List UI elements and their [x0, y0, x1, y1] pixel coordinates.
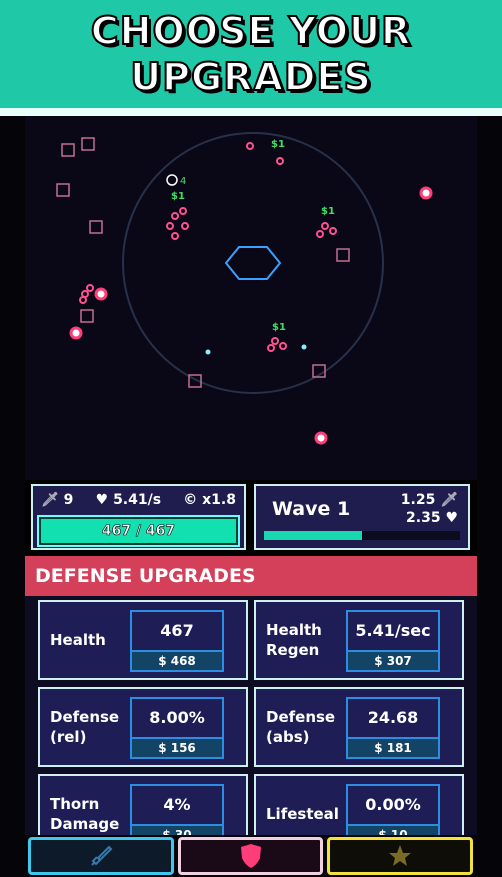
upgrade-buy-button[interactable]: 4% $ 30 — [130, 784, 224, 836]
heart-icon: ♥ — [95, 492, 109, 508]
sword-icon — [91, 845, 113, 866]
upgrade-cost: $ 468 — [132, 650, 222, 670]
coin-counter: 4 — [180, 176, 186, 187]
upgrade-buy-button[interactable]: 0.00% $ 10 — [346, 784, 440, 836]
upgrade-card[interactable]: Health 467 $ 468 — [38, 600, 248, 680]
upgrade-name: Defense (rel) — [50, 708, 120, 746]
coin-label: $1 — [171, 191, 185, 202]
wave-label: Wave 1 — [272, 498, 351, 520]
enemy-cluster — [79, 142, 337, 352]
upgrade-card[interactable]: Lifesteal 0.00% $ 10 — [254, 774, 464, 836]
section-title: DEFENSE UPGRADES — [25, 556, 477, 596]
upgrade-cost: $ 181 — [348, 737, 438, 757]
upgrade-name: Health Regen — [266, 621, 322, 659]
upgrade-buy-button[interactable]: 24.68 $ 181 — [346, 697, 440, 759]
upgrade-cost: $ 307 — [348, 650, 438, 670]
upgrade-buy-button[interactable]: 8.00% $ 156 — [130, 697, 224, 759]
coin-labels: $1 $1 $1 $1 — [171, 139, 335, 333]
upgrade-card[interactable]: Defense (rel) 8.00% $ 156 — [38, 687, 248, 767]
star-icon — [389, 845, 411, 866]
tab-utility[interactable] — [327, 837, 473, 875]
upgrade-name: Health — [50, 631, 106, 649]
coin-icon: © — [183, 492, 198, 508]
upgrade-value: 8.00% — [149, 708, 205, 727]
upgrade-value: 0.00% — [365, 795, 421, 814]
upgrade-value: 4% — [163, 795, 191, 814]
tab-defense[interactable] — [178, 837, 323, 875]
coin-icon — [166, 174, 178, 186]
tower-hexagon — [224, 246, 282, 280]
upgrade-value: 24.68 — [367, 708, 419, 727]
projectile — [301, 344, 307, 350]
upgrade-cost: $ 156 — [132, 737, 222, 757]
player-stats-panel: 🗡 9 ♥ 5.41/s © x1.8 467 / 467 — [31, 484, 246, 550]
promo-title-line2: UPGRADES — [129, 54, 372, 100]
health-bar: 467 / 467 — [37, 515, 240, 547]
tab-attack[interactable] — [28, 837, 174, 875]
upgrade-name: Thorn Damage — [50, 795, 120, 833]
promo-header: CHOOSE YOUR UPGRADES — [0, 0, 502, 108]
wave-progress-bar — [264, 531, 460, 540]
coin-label: $1 — [271, 139, 285, 150]
coin-label: $1 — [321, 206, 335, 217]
wave-health-mult: 2.35 ♥ — [406, 510, 458, 526]
bottom-tab-bar — [0, 835, 502, 877]
shield-icon — [240, 844, 261, 868]
upgrade-value: 467 — [160, 621, 194, 640]
upgrade-card[interactable]: Health Regen 5.41/sec $ 307 — [254, 600, 464, 680]
damage-stat: 🗡 9 — [41, 492, 74, 508]
upgrade-name: Defense (abs) — [266, 708, 336, 746]
right-margin — [477, 116, 502, 877]
upgrade-buy-button[interactable]: 5.41/sec $ 307 — [346, 610, 440, 672]
upgrade-card[interactable]: Thorn Damage 4% $ 30 — [38, 774, 248, 836]
game-field: $1 $1 $1 $1 4 — [25, 116, 477, 480]
left-margin — [0, 116, 25, 877]
upgrade-name: Lifesteal — [266, 805, 339, 823]
enemy-squares — [56, 137, 350, 388]
wave-damage-mult: 1.25 🗡 — [400, 492, 458, 508]
range-circle — [122, 132, 384, 394]
wave-panel: Wave 1 1.25 🗡 2.35 ♥ — [254, 484, 470, 550]
upgrade-buy-button[interactable]: 467 $ 468 — [130, 610, 224, 672]
upgrade-value: 5.41/sec — [355, 621, 431, 640]
coin-multiplier-stat: © x1.8 — [183, 492, 236, 508]
promo-title-line1: CHOOSE YOUR — [90, 8, 412, 54]
game-canvas: $1 $1 $1 $1 4 — [56, 132, 433, 445]
upgrade-card[interactable]: Defense (abs) 24.68 $ 181 — [254, 687, 464, 767]
sword-icon: 🗡 — [440, 492, 458, 508]
upgrade-grid: Health 467 $ 468 Health Regen 5.41/sec $ 30… — [25, 596, 477, 836]
projectile — [205, 349, 211, 355]
coin-label: $1 — [272, 322, 286, 333]
heart-icon: ♥ — [445, 510, 458, 526]
regen-stat: ♥ 5.41/s — [95, 492, 162, 508]
header-divider — [0, 108, 502, 116]
sword-icon: 🗡 — [41, 492, 59, 508]
